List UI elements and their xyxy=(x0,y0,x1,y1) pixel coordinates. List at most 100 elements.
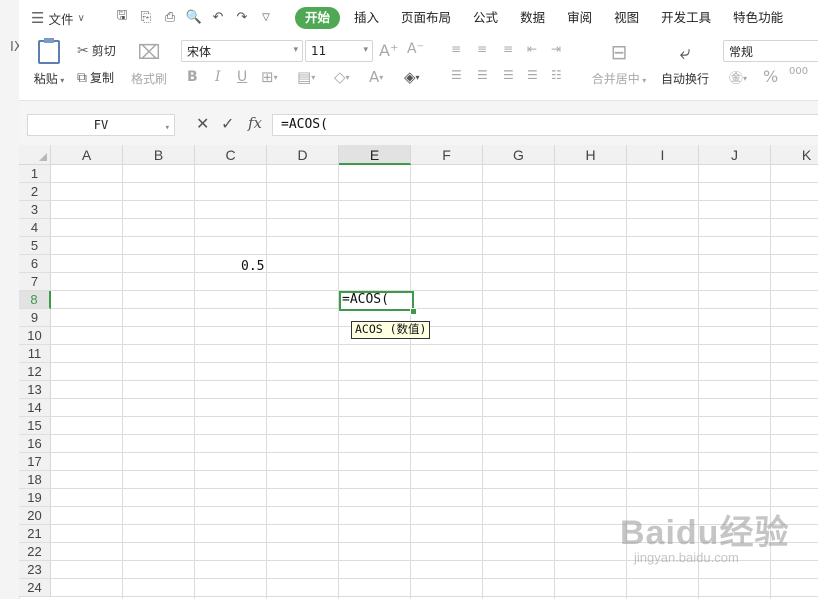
print-icon[interactable]: ⎙ xyxy=(162,8,178,26)
row-header-16[interactable]: 16 xyxy=(19,435,51,453)
currency-icon[interactable]: ㊎ ▾ xyxy=(729,68,747,88)
decrease-font-icon[interactable]: A⁻ xyxy=(407,41,424,57)
align-center-icon[interactable]: ☰ xyxy=(477,68,488,82)
insert-function-button[interactable]: fx xyxy=(248,114,262,132)
row-header-2[interactable]: 2 xyxy=(19,183,51,201)
row-header-15[interactable]: 15 xyxy=(19,417,51,435)
tab-formulas[interactable]: 公式 xyxy=(465,7,506,29)
paste-icon xyxy=(38,38,60,64)
align-bottom-icon[interactable]: ≡ xyxy=(503,42,513,56)
clear-format-icon[interactable]: ◈ ▾ xyxy=(404,68,420,86)
left-window-strip: IX xyxy=(0,0,23,599)
underline-button[interactable]: U xyxy=(237,69,247,85)
name-box[interactable]: FV ▾ xyxy=(27,114,175,136)
percent-button[interactable]: % xyxy=(763,67,778,86)
confirm-icon[interactable]: ✓ xyxy=(221,114,234,133)
select-all-corner[interactable] xyxy=(19,145,51,165)
tab-page-layout[interactable]: 页面布局 xyxy=(393,7,459,29)
column-header-c[interactable]: C xyxy=(195,145,267,165)
align-middle-icon[interactable]: ≡ xyxy=(477,42,487,56)
row-header-7[interactable]: 7 xyxy=(19,273,51,291)
tab-insert[interactable]: 插入 xyxy=(346,7,387,29)
file-menu-button[interactable]: ☰ 文件 ∨ xyxy=(31,9,85,27)
align-top-icon[interactable]: ≡ xyxy=(451,42,461,56)
wrap-text-label: 自动换行 xyxy=(660,72,709,86)
row-header-17[interactable]: 17 xyxy=(19,453,51,471)
decrease-indent-icon[interactable]: ⇤ xyxy=(527,42,537,56)
export-icon[interactable]: ⎘ xyxy=(138,8,154,26)
column-header-i[interactable]: I xyxy=(627,145,699,165)
customize-dropdown-icon[interactable]: ▽ xyxy=(258,8,274,26)
cancel-icon[interactable]: ✕ xyxy=(196,114,209,133)
row-header-6[interactable]: 6 xyxy=(19,255,51,273)
formula-input[interactable]: =ACOS( xyxy=(272,114,818,136)
merge-center-button[interactable]: ⊟ 合并居中 ▾ xyxy=(587,40,651,87)
column-header-b[interactable]: B xyxy=(123,145,195,165)
print-preview-icon[interactable]: 🔍 xyxy=(186,8,202,26)
column-header-g[interactable]: G xyxy=(483,145,555,165)
tab-review[interactable]: 审阅 xyxy=(559,7,600,29)
cell-style-icon[interactable]: ▤ ▾ xyxy=(297,68,315,86)
row-header-14[interactable]: 14 xyxy=(19,399,51,417)
format-painter-label: 格式刷 xyxy=(130,72,167,86)
row-header-1[interactable]: 1 xyxy=(19,165,51,183)
row-header-23[interactable]: 23 xyxy=(19,561,51,579)
row-header-24[interactable]: 24 xyxy=(19,579,51,597)
row-header-21[interactable]: 21 xyxy=(19,525,51,543)
row-header-20[interactable]: 20 xyxy=(19,507,51,525)
row-header-18[interactable]: 18 xyxy=(19,471,51,489)
fill-color-icon[interactable]: ◇ ▾ xyxy=(334,68,350,86)
align-left-icon[interactable]: ☰ xyxy=(451,68,462,82)
active-cell-e8[interactable]: =ACOS( xyxy=(339,291,414,311)
undo-icon[interactable]: ↶ xyxy=(210,8,226,26)
row-header-22[interactable]: 22 xyxy=(19,543,51,561)
chevron-down-icon: ▾ xyxy=(164,123,170,133)
column-header-f[interactable]: F xyxy=(411,145,483,165)
row-header-9[interactable]: 9 xyxy=(19,309,51,327)
save-icon[interactable]: 🖫 xyxy=(114,8,130,26)
bold-button[interactable]: B xyxy=(187,69,198,85)
row-header-5[interactable]: 5 xyxy=(19,237,51,255)
tab-data[interactable]: 数据 xyxy=(512,7,553,29)
row-header-4[interactable]: 4 xyxy=(19,219,51,237)
column-header-e[interactable]: E xyxy=(339,145,411,165)
italic-button[interactable]: I xyxy=(215,69,221,85)
thousands-button[interactable]: 000 xyxy=(789,66,808,77)
distributed-icon[interactable]: ☷ xyxy=(551,68,562,82)
font-color-icon[interactable]: A ▾ xyxy=(369,68,383,86)
row-header-11[interactable]: 11 xyxy=(19,345,51,363)
row-header-10[interactable]: 10 xyxy=(19,327,51,345)
row-header-12[interactable]: 12 xyxy=(19,363,51,381)
justify-icon[interactable]: ☰ xyxy=(527,68,538,82)
column-header-h[interactable]: H xyxy=(555,145,627,165)
align-right-icon[interactable]: ☰ xyxy=(503,68,514,82)
column-header-a[interactable]: A xyxy=(51,145,123,165)
font-name-select[interactable]: 宋体 ▾ xyxy=(181,40,303,62)
column-header-k[interactable]: K xyxy=(771,145,818,165)
tab-special-features[interactable]: 特色功能 xyxy=(725,7,791,29)
tab-home[interactable]: 开始 xyxy=(295,7,341,29)
number-format-select[interactable]: 常规 xyxy=(723,40,818,62)
paste-button[interactable]: 粘贴 ▾ xyxy=(29,38,69,94)
fill-handle[interactable] xyxy=(410,308,417,315)
row-header-3[interactable]: 3 xyxy=(19,201,51,219)
cell-c6[interactable]: 0.5 xyxy=(241,259,264,274)
row-header-13[interactable]: 13 xyxy=(19,381,51,399)
row-header-8[interactable]: 8 xyxy=(19,291,51,309)
watermark-brand: Baidu经验 xyxy=(620,514,790,552)
increase-indent-icon[interactable]: ⇥ xyxy=(551,42,561,56)
font-size-select[interactable]: 11 ▾ xyxy=(305,40,373,62)
column-header-j[interactable]: J xyxy=(699,145,771,165)
redo-icon[interactable]: ↷ xyxy=(234,8,250,26)
column-header-d[interactable]: D xyxy=(267,145,339,165)
tab-view[interactable]: 视图 xyxy=(606,7,647,29)
increase-font-icon[interactable]: A⁺ xyxy=(379,41,398,60)
copy-button[interactable]: ⧉ 复制 xyxy=(77,69,114,86)
format-painter-button[interactable]: ⌧ 格式刷 xyxy=(127,40,171,87)
tab-developer[interactable]: 开发工具 xyxy=(653,7,719,29)
row-header-19[interactable]: 19 xyxy=(19,489,51,507)
number-format-value: 常规 xyxy=(729,44,754,59)
wrap-text-button[interactable]: ⤶ 自动换行 xyxy=(655,40,715,87)
cut-button[interactable]: ✂ 剪切 xyxy=(77,42,116,59)
borders-icon[interactable]: ⊞ ▾ xyxy=(261,68,278,86)
